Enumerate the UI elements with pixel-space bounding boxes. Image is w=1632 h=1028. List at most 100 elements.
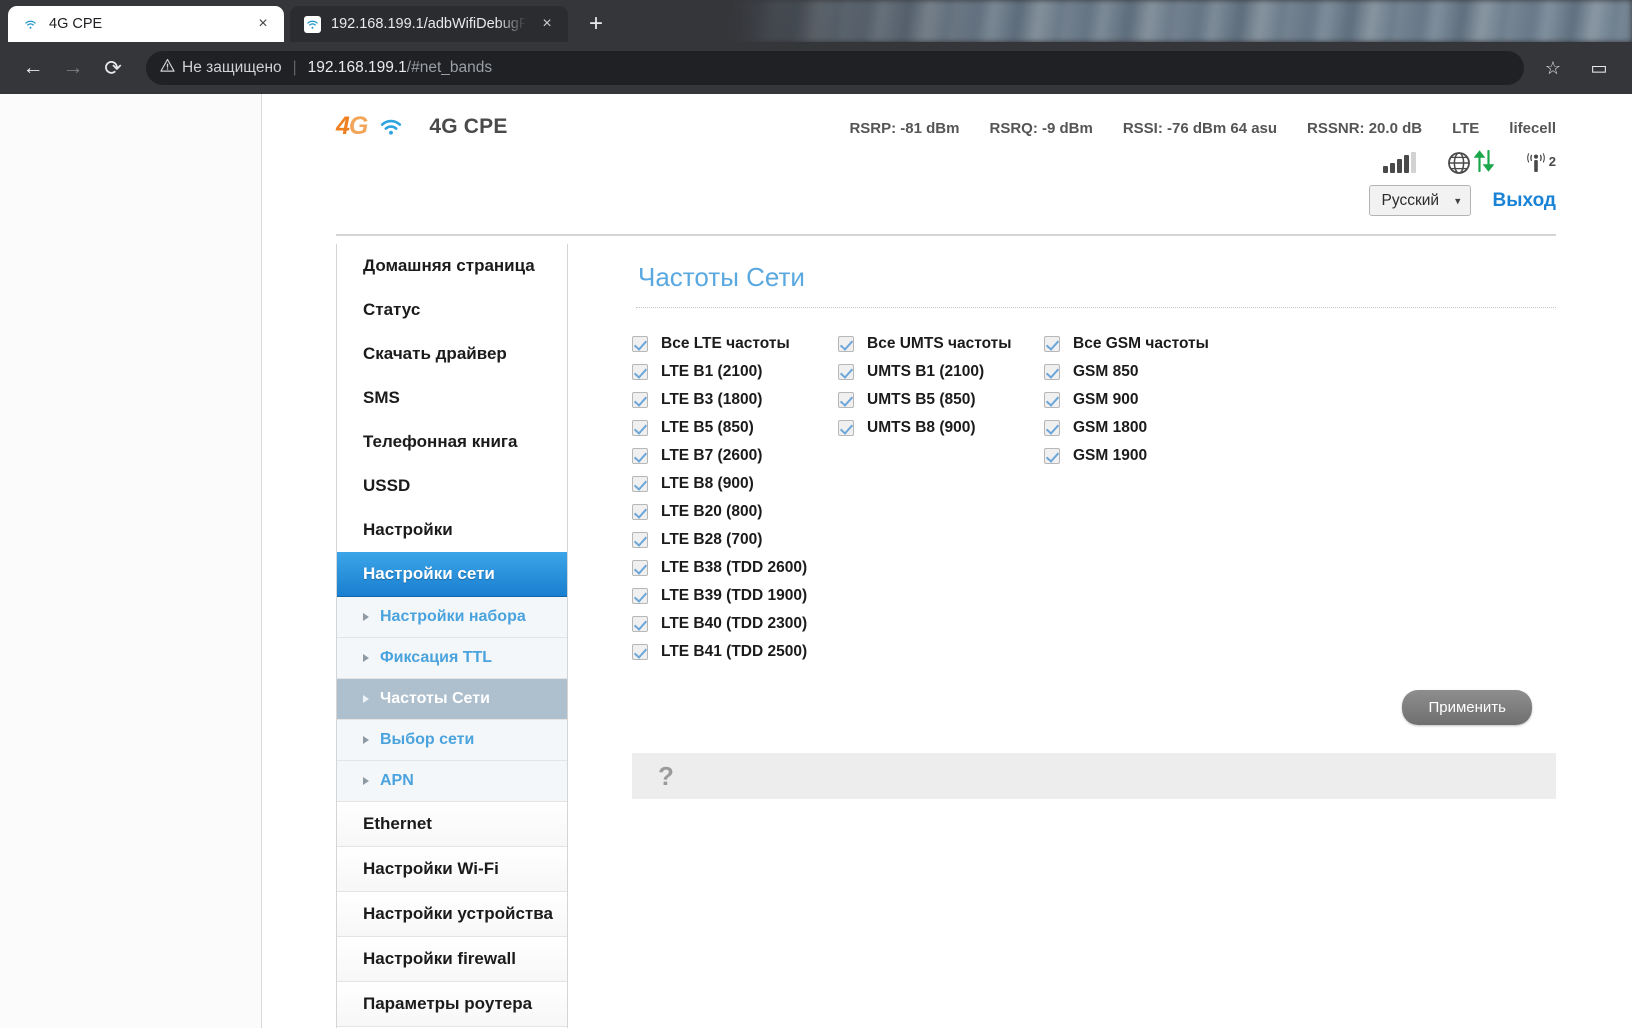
checkbox-row[interactable]: LTE B39 (TDD 1900) [632, 582, 838, 610]
checkbox-row[interactable]: GSM 850 [1044, 358, 1250, 386]
sidebar-item-home[interactable]: Домашняя страница [337, 244, 567, 288]
language-select[interactable]: Русский English [1368, 185, 1471, 216]
checkbox-row[interactable]: Все GSM частоты [1044, 330, 1250, 358]
checkbox-umts-b8[interactable] [838, 420, 854, 436]
sidebar-item-status[interactable]: Статус [337, 288, 567, 332]
checkbox-row[interactable]: LTE B28 (700) [632, 526, 838, 554]
browser-tab-1[interactable]: 4G CPE × [8, 6, 284, 42]
checkbox-lte-b28[interactable] [632, 532, 648, 548]
brand-block: 4G 4G CPE [336, 108, 508, 139]
internet-status-icon [1446, 149, 1495, 178]
sidebar-item-ttl-fix[interactable]: Фиксация TTL [337, 638, 567, 679]
back-button[interactable]: ← [16, 51, 50, 85]
checkbox-lte-b40[interactable] [632, 616, 648, 632]
sidebar-item-ussd[interactable]: USSD [337, 464, 567, 508]
checkbox-gsm-900[interactable] [1044, 392, 1060, 408]
checkbox-label: LTE B3 (1800) [661, 391, 763, 408]
checkbox-row[interactable]: GSM 1800 [1044, 414, 1250, 442]
checkbox-row[interactable]: Все LTE частоты [632, 330, 838, 358]
sidebar-item-wifi-settings[interactable]: Настройки Wi-Fi [337, 847, 567, 892]
cpe-header: 4G 4G CPE RSRP: -81 dBm RSRQ: -9 dBm RSS… [262, 94, 1632, 236]
checkbox-row[interactable]: UMTS B8 (900) [838, 414, 1044, 442]
browser-window: 4G CPE × 192.168.199.1/adbWifiDebugFor ×… [0, 0, 1632, 1028]
sidebar-item-network-selection[interactable]: Выбор сети [337, 720, 567, 761]
sidebar-item-net-bands[interactable]: Частоты Сети [337, 679, 567, 720]
address-bar[interactable]: Не защищено | 192.168.199.1/#net_bands [146, 51, 1524, 85]
checkbox-umts-b5[interactable] [838, 392, 854, 408]
url-host: 192.168.199.1 [307, 59, 407, 76]
checkbox-lte-b38[interactable] [632, 560, 648, 576]
forward-button[interactable]: → [56, 51, 90, 85]
new-tab-button[interactable]: + [576, 6, 616, 42]
warning-triangle-icon [160, 58, 175, 78]
reload-button[interactable]: ⟳ [96, 51, 130, 85]
checkbox-row[interactable]: LTE B5 (850) [632, 414, 838, 442]
checkbox-lte-b41[interactable] [632, 644, 648, 660]
checkbox-all-lte[interactable] [632, 336, 648, 352]
apply-button[interactable]: Применить [1402, 690, 1532, 725]
page-title: Частоты Сети [638, 262, 805, 292]
language-select-wrapper[interactable]: Русский English ▾ [1368, 185, 1471, 216]
checkbox-row[interactable]: GSM 1900 [1044, 442, 1250, 470]
checkbox-lte-b5[interactable] [632, 420, 648, 436]
chevron-right-icon [363, 613, 369, 621]
stat-rssnr: RSSNR: 20.0 dB [1307, 120, 1423, 137]
checkbox-gsm-1800[interactable] [1044, 420, 1060, 436]
sidebar-item-apn[interactable]: APN [337, 761, 567, 802]
side-panel-icon[interactable]: ▭ [1582, 51, 1616, 85]
checkbox-row[interactable]: LTE B41 (TDD 2500) [632, 638, 838, 666]
help-bar: ? [632, 753, 1556, 799]
close-icon[interactable]: × [536, 13, 558, 35]
checkbox-lte-b39[interactable] [632, 588, 648, 604]
checkbox-label: UMTS B8 (900) [867, 419, 976, 436]
checkbox-row[interactable]: LTE B8 (900) [632, 470, 838, 498]
bookmark-star-icon[interactable]: ☆ [1536, 51, 1570, 85]
checkbox-gsm-850[interactable] [1044, 364, 1060, 380]
bands-column-gsm: Все GSM частоты GSM 850 GSM 900 GSM 1800… [1044, 330, 1250, 666]
checkbox-gsm-1900[interactable] [1044, 448, 1060, 464]
browser-tab-2[interactable]: 192.168.199.1/adbWifiDebugFor × [290, 6, 568, 42]
checkbox-row[interactable]: Все UMTS частоты [838, 330, 1044, 358]
sidebar-item-network-settings[interactable]: Настройки сети [337, 552, 567, 597]
security-status[interactable]: Не защищено [160, 58, 282, 78]
checkbox-row[interactable]: LTE B7 (2600) [632, 442, 838, 470]
checkbox-umts-b1[interactable] [838, 364, 854, 380]
wifi-icon [304, 15, 321, 33]
sidebar-item-firewall-settings[interactable]: Настройки firewall [337, 937, 567, 982]
cpe-page: 4G 4G CPE RSRP: -81 dBm RSRQ: -9 dBm RSS… [262, 94, 1632, 1028]
tab-strip: 4G CPE × 192.168.199.1/adbWifiDebugFor ×… [0, 0, 1632, 42]
sidebar-item-dial-settings[interactable]: Настройки набора [337, 597, 567, 638]
checkbox-row[interactable]: GSM 900 [1044, 386, 1250, 414]
browser-toolbar: ← → ⟳ Не защищено | 192.168.199.1/#net_b… [0, 42, 1632, 94]
checkbox-row[interactable]: UMTS B5 (850) [838, 386, 1044, 414]
bands-column-lte: Все LTE частоты LTE B1 (2100) LTE B3 (18… [632, 330, 838, 666]
sidebar-item-label: Настройки набора [380, 608, 526, 625]
checkbox-row[interactable]: LTE B1 (2100) [632, 358, 838, 386]
checkbox-row[interactable]: UMTS B1 (2100) [838, 358, 1044, 386]
sidebar-item-router-params[interactable]: Параметры роутера [337, 982, 567, 1027]
checkbox-all-gsm[interactable] [1044, 336, 1060, 352]
sidebar-item-device-settings[interactable]: Настройки устройства [337, 892, 567, 937]
sidebar-item-label: Фиксация TTL [380, 649, 493, 666]
checkbox-row[interactable]: LTE B20 (800) [632, 498, 838, 526]
logout-link[interactable]: Выход [1493, 190, 1556, 212]
checkbox-lte-b7[interactable] [632, 448, 648, 464]
sidebar-item-settings[interactable]: Настройки [337, 508, 567, 552]
sidebar-nav: Домашняя страница Статус Скачать драйвер… [336, 244, 568, 1028]
checkbox-lte-b8[interactable] [632, 476, 648, 492]
checkbox-row[interactable]: LTE B38 (TDD 2600) [632, 554, 838, 582]
help-icon[interactable]: ? [658, 763, 674, 789]
close-icon[interactable]: × [252, 13, 274, 35]
checkbox-row[interactable]: LTE B3 (1800) [632, 386, 838, 414]
sidebar-item-download-driver[interactable]: Скачать драйвер [337, 332, 567, 376]
sidebar-item-sms[interactable]: SMS [337, 376, 567, 420]
checkbox-lte-b20[interactable] [632, 504, 648, 520]
sidebar-item-phonebook[interactable]: Телефонная книга [337, 420, 567, 464]
url-fragment: /#net_bands [406, 59, 493, 76]
logo-4g-icon: 4G [336, 112, 368, 140]
checkbox-lte-b3[interactable] [632, 392, 648, 408]
checkbox-row[interactable]: LTE B40 (TDD 2300) [632, 610, 838, 638]
sidebar-item-ethernet[interactable]: Ethernet [337, 802, 567, 847]
checkbox-all-umts[interactable] [838, 336, 854, 352]
checkbox-lte-b1[interactable] [632, 364, 648, 380]
